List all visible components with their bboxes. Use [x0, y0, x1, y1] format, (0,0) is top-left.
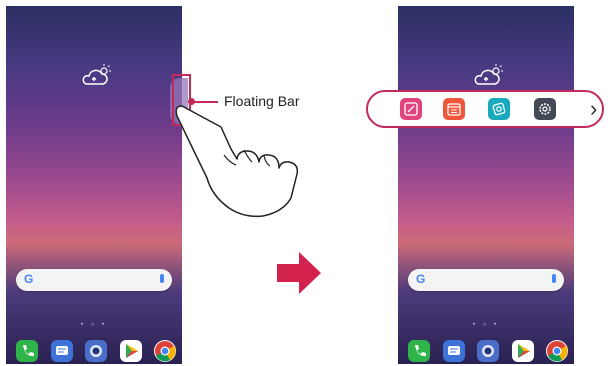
- camera-icon[interactable]: [477, 340, 499, 362]
- phone-screen-before: G • ○ •: [6, 6, 182, 364]
- page-indicator: • ○ •: [472, 322, 500, 328]
- mic-icon[interactable]: [160, 274, 164, 283]
- chrome-icon[interactable]: [154, 340, 176, 362]
- app-dock: [16, 340, 176, 364]
- memo-icon[interactable]: [400, 98, 422, 120]
- google-search-bar[interactable]: G: [408, 269, 564, 291]
- messages-icon[interactable]: [442, 340, 465, 362]
- floating-bar-expanded: ›: [366, 90, 604, 128]
- chevron-right-icon[interactable]: ›: [590, 96, 597, 122]
- transition-arrow-icon: [277, 252, 321, 294]
- phone-icon[interactable]: [16, 340, 38, 362]
- google-icon: G: [24, 272, 34, 286]
- settings-icon[interactable]: [534, 98, 556, 120]
- camera-icon[interactable]: [85, 340, 107, 362]
- mic-icon[interactable]: [552, 274, 556, 283]
- hand-pointer-icon: [175, 105, 299, 218]
- capture-icon[interactable]: [488, 98, 510, 120]
- messages-icon[interactable]: [50, 340, 73, 362]
- chrome-icon[interactable]: [546, 340, 568, 362]
- play-store-icon[interactable]: [119, 340, 142, 362]
- calendar-icon[interactable]: [443, 98, 465, 120]
- google-icon: G: [416, 272, 426, 286]
- weather-icon: [474, 64, 503, 85]
- phone-screen-after: G • ○ •: [398, 6, 574, 364]
- weather-icon: [82, 64, 111, 85]
- page-indicator: • ○ •: [80, 322, 108, 328]
- phone-icon[interactable]: [408, 340, 430, 362]
- play-store-icon[interactable]: [511, 340, 534, 362]
- app-dock: [408, 340, 568, 364]
- google-search-bar[interactable]: G: [16, 269, 172, 291]
